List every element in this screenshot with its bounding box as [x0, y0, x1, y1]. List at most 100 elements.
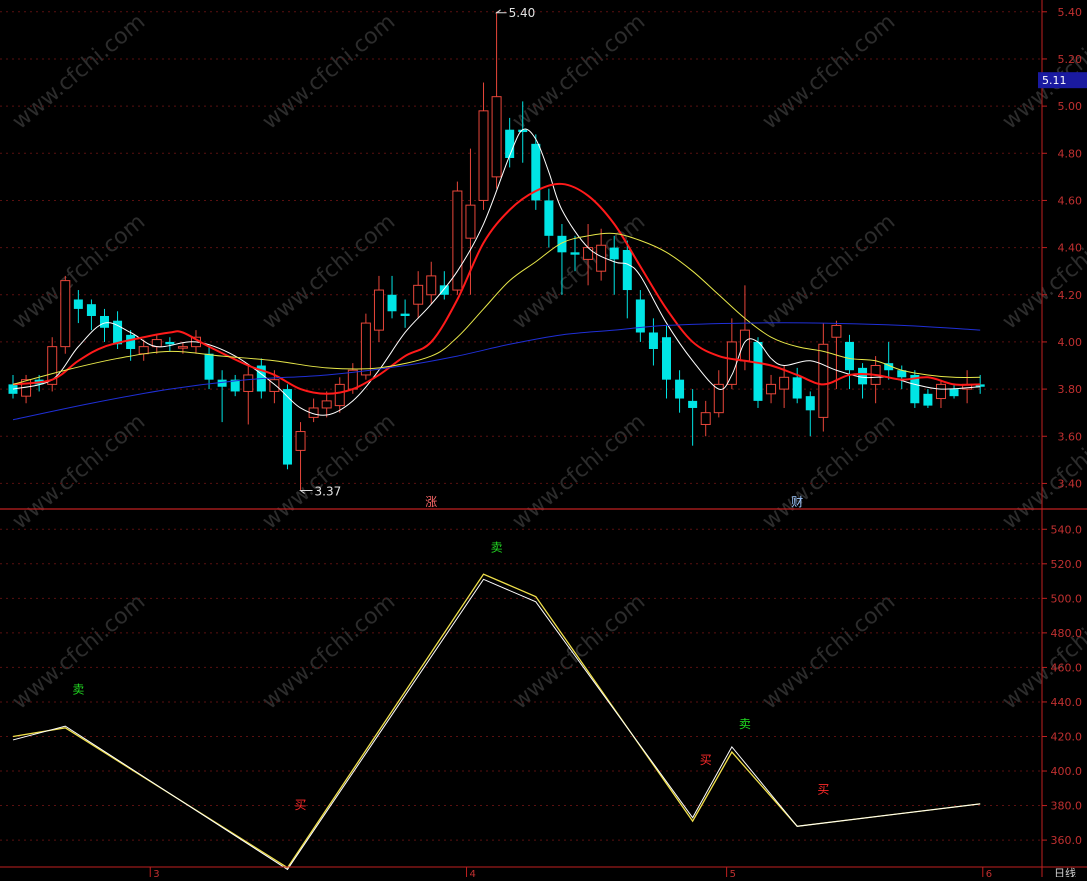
candle-body: [465, 204, 476, 239]
candle-body: [675, 379, 685, 399]
stock-chart-window: www.cfchi.com www.cfchi.com www.cfchi.com w…: [0, 0, 1087, 880]
candle: [334, 377, 345, 413]
candle: [844, 334, 854, 390]
watermark-text: www.cfchi.com: [508, 589, 650, 714]
candle: [413, 271, 424, 319]
candle-body: [295, 431, 306, 451]
stock-chart[interactable]: www.cfchi.com www.cfchi.com www.cfchi.com w…: [0, 0, 1087, 880]
buy-signal: 买: [817, 782, 829, 796]
candle-body: [557, 235, 567, 253]
price-tick-label: 4.40: [1058, 242, 1083, 255]
current-price-label: 5.11: [1042, 74, 1067, 87]
candle: [400, 299, 410, 328]
candle-body: [177, 346, 188, 349]
watermark-text: www.cfchi.com: [258, 589, 400, 714]
candle: [21, 374, 32, 404]
sell-signal: 卖: [72, 682, 84, 696]
candle-body: [126, 334, 136, 350]
price-tick-label: 4.00: [1058, 336, 1083, 349]
time-tick-label: 5: [730, 869, 736, 877]
osc-tick-label: 480.0: [1051, 627, 1083, 640]
price-tick-label: 4.80: [1058, 147, 1083, 160]
price-tick-label: 4.60: [1058, 194, 1083, 207]
candle-body: [583, 247, 594, 260]
candle-body: [570, 252, 580, 255]
candle-body: [609, 247, 619, 260]
candle: [308, 398, 319, 423]
price-tick-label: 3.80: [1058, 383, 1083, 396]
candle-body: [792, 377, 802, 399]
time-tick-label: 6: [986, 869, 992, 877]
candle-body: [505, 129, 515, 158]
osc-tick-label: 460.0: [1051, 661, 1083, 674]
candle: [949, 384, 959, 399]
candle: [935, 379, 946, 408]
candle-body: [426, 275, 437, 296]
osc-tick-label: 420.0: [1051, 730, 1083, 743]
candle-body: [726, 341, 737, 385]
watermark-text: www.cfchi.com: [258, 9, 400, 134]
candle-body: [818, 343, 829, 418]
watermark-text: www.cfchi.com: [758, 589, 900, 714]
candle: [60, 275, 71, 354]
candle: [544, 188, 554, 248]
candle-body: [739, 329, 750, 362]
candle: [360, 313, 371, 380]
candle-body: [413, 284, 424, 305]
watermark-text: www.cfchi.com: [508, 9, 650, 134]
candle-body: [204, 353, 214, 380]
price-tick-label: 3.40: [1058, 477, 1083, 490]
watermark-text: www.cfchi.com: [758, 9, 900, 134]
osc-tick-label: 440.0: [1051, 696, 1083, 709]
candle-body: [373, 289, 384, 331]
candle: [321, 391, 332, 418]
candle-body: [217, 379, 227, 387]
watermark-text: www.cfchi.com: [758, 409, 900, 534]
candle: [452, 181, 463, 295]
candle: [622, 240, 632, 319]
candle-body: [321, 400, 332, 409]
candle: [726, 318, 737, 390]
candle: [700, 400, 711, 437]
candle: [230, 374, 240, 397]
candle-body: [648, 332, 658, 350]
candle: [204, 346, 214, 390]
candle: [870, 356, 881, 404]
price-tick-label: 5.40: [1058, 6, 1083, 19]
candle: [243, 365, 254, 425]
candle-body: [923, 393, 933, 406]
candle: [165, 337, 175, 352]
candle: [73, 290, 83, 324]
candle: [962, 370, 973, 404]
candle: [426, 261, 437, 305]
ma-line-ma10: [12, 182, 981, 395]
candle-body: [544, 200, 554, 236]
watermark-text: www.cfchi.com: [8, 409, 150, 534]
axis-layer: 5.40 5.20 5.00 4.80 4.60 4.40 4.20 4.00 3.80 3.60…: [0, 0, 1087, 880]
osc-line-b: [12, 573, 981, 869]
candle: [805, 391, 815, 437]
candle: [86, 299, 96, 331]
time-tick-label: 4: [470, 869, 476, 877]
candle-body: [73, 299, 83, 309]
candle-body: [491, 96, 502, 178]
candle: [635, 290, 645, 342]
watermark-text: www.cfchi.com: [258, 409, 400, 534]
candle-body: [662, 337, 671, 380]
osc-tick-label: 540.0: [1051, 523, 1083, 536]
candle: [491, 11, 502, 189]
candle: [648, 318, 658, 366]
candle-body: [243, 374, 254, 392]
candle-body: [86, 304, 96, 316]
candle: [99, 308, 109, 342]
candle-body: [688, 400, 698, 408]
candle: [387, 275, 397, 319]
osc-tick-label: 500.0: [1051, 592, 1083, 605]
candle-body: [949, 389, 959, 397]
candle-body: [805, 396, 815, 411]
candle: [923, 389, 933, 408]
candle: [766, 374, 777, 404]
watermark-layer: www.cfchi.com www.cfchi.com www.cfchi.com w…: [8, 9, 1087, 714]
oscillator-panel: 卖买 卖买 卖买: [12, 541, 981, 871]
candle-body: [858, 367, 868, 385]
